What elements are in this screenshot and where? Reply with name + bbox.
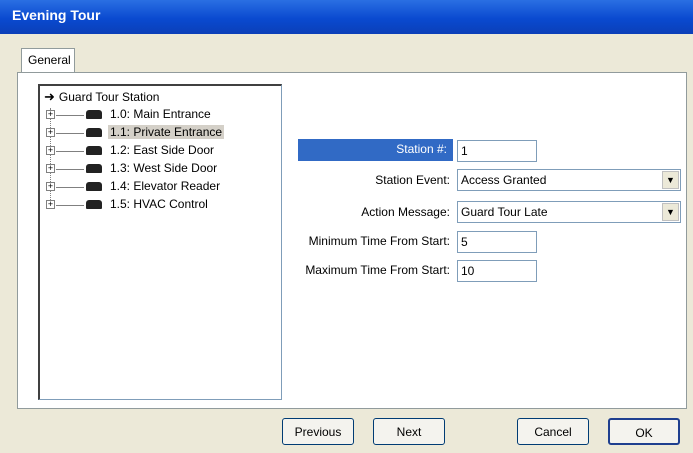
tab-general-label: General: [28, 53, 71, 67]
max-time-label: Maximum Time From Start:: [305, 263, 450, 277]
card-reader-icon: [86, 128, 102, 137]
tree-item[interactable]: + 1.5: HVAC Control: [44, 196, 280, 214]
max-time-field[interactable]: 10: [457, 260, 537, 282]
ok-button[interactable]: OK: [608, 418, 680, 445]
tree-item-label: 1.4: Elevator Reader: [110, 179, 221, 193]
next-button[interactable]: Next: [373, 418, 445, 445]
tree-item[interactable]: + 1.1: Private Entrance: [44, 124, 280, 142]
station-tree[interactable]: ➜ Guard Tour Station + 1.0: Main Entrance…: [38, 84, 282, 400]
tree-item-label: 1.0: Main Entrance: [110, 107, 211, 121]
tab-general[interactable]: General: [21, 48, 75, 72]
tree-item[interactable]: + 1.0: Main Entrance: [44, 106, 280, 124]
station-event-value: Access Granted: [461, 173, 547, 187]
plus-box-icon[interactable]: +: [46, 128, 55, 137]
station-event-label: Station Event:: [375, 173, 450, 187]
card-reader-icon: [86, 200, 102, 209]
card-reader-icon: [86, 146, 102, 155]
tree-item-label-selected: 1.1: Private Entrance: [108, 125, 225, 139]
card-reader-icon: [86, 164, 102, 173]
action-message-select[interactable]: Guard Tour Late ▼: [457, 201, 681, 223]
previous-button[interactable]: Previous: [282, 418, 354, 445]
plus-box-icon[interactable]: +: [46, 182, 55, 191]
title-bar: Evening Tour: [0, 0, 693, 34]
action-message-value: Guard Tour Late: [461, 205, 548, 219]
min-time-field[interactable]: 5: [457, 231, 537, 253]
cancel-button[interactable]: Cancel: [517, 418, 589, 445]
tree-branch-line: [56, 187, 84, 188]
action-message-label: Action Message:: [361, 205, 450, 219]
tree-item-label: 1.3: West Side Door: [110, 161, 218, 175]
chevron-down-icon[interactable]: ▼: [662, 203, 679, 221]
plus-box-icon[interactable]: +: [46, 164, 55, 173]
station-number-label: Station #:: [298, 139, 453, 161]
min-time-label: Minimum Time From Start:: [308, 234, 450, 248]
card-reader-icon: [86, 182, 102, 191]
tree-branch-line: [56, 115, 84, 116]
tree-branch-line: [56, 169, 84, 170]
window-title: Evening Tour: [12, 7, 101, 23]
arrow-right-icon: ➜: [44, 89, 55, 104]
tree-item[interactable]: + 1.3: West Side Door: [44, 160, 280, 178]
plus-box-icon[interactable]: +: [46, 200, 55, 209]
tree-branch-line: [56, 151, 84, 152]
tree-item-label: 1.5: HVAC Control: [110, 197, 208, 211]
tree-item[interactable]: + 1.2: East Side Door: [44, 142, 280, 160]
card-reader-icon: [86, 110, 102, 119]
tree-item[interactable]: + 1.4: Elevator Reader: [44, 178, 280, 196]
chevron-down-icon[interactable]: ▼: [662, 171, 679, 189]
station-event-select[interactable]: Access Granted ▼: [457, 169, 681, 191]
plus-box-icon[interactable]: +: [46, 110, 55, 119]
station-number-field[interactable]: 1: [457, 140, 537, 162]
tree-item-label: 1.2: East Side Door: [110, 143, 215, 157]
tree-root[interactable]: ➜ Guard Tour Station: [44, 89, 159, 105]
plus-box-icon[interactable]: +: [46, 146, 55, 155]
tree-branch-line: [56, 205, 84, 206]
tree-root-label: Guard Tour Station: [58, 90, 160, 104]
tree-branch-line: [56, 133, 84, 134]
